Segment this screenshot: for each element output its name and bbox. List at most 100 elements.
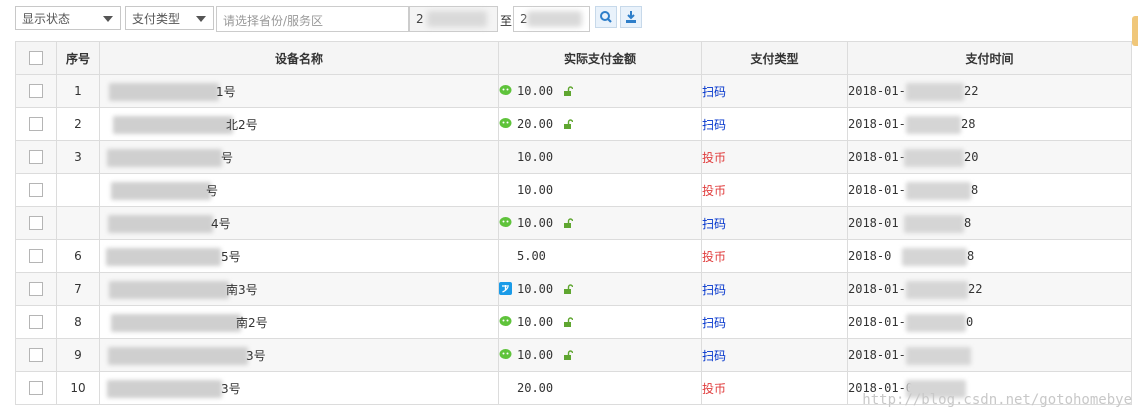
amount-value: 20.00 bbox=[517, 117, 554, 131]
amount-value: 10.00 bbox=[517, 315, 554, 329]
pay-type[interactable]: 扫码 bbox=[703, 118, 727, 132]
status-select[interactable]: 显示状态 bbox=[15, 6, 121, 30]
device-name-cell: 南2号 bbox=[99, 305, 499, 339]
row-checkbox-cell bbox=[15, 206, 57, 240]
header-device-name[interactable]: 设备名称 bbox=[99, 41, 499, 75]
paytype-select-value: 支付类型 bbox=[132, 12, 181, 26]
amount-cell: 10.00 bbox=[498, 305, 702, 339]
redaction-blur bbox=[108, 215, 213, 233]
amount-cell: 20.00 bbox=[498, 371, 702, 405]
pay-time-end: 8 bbox=[971, 183, 979, 197]
table-row[interactable]: 8 南2号 10.00 扫码 2018-01- 0 bbox=[15, 305, 1132, 339]
table-row[interactable]: 2 北2号 20.00 扫码 2018-01- 28 bbox=[15, 107, 1132, 141]
pay-type[interactable]: 投币 bbox=[703, 250, 727, 264]
redaction-blur bbox=[906, 83, 964, 101]
amount-cell: 20.00 bbox=[498, 107, 702, 141]
row-checkbox[interactable] bbox=[29, 150, 43, 165]
amount-value: 20.00 bbox=[517, 381, 554, 395]
pay-type-cell: 投币 bbox=[701, 173, 848, 207]
row-checkbox[interactable] bbox=[29, 381, 43, 396]
header-pay-type[interactable]: 支付类型 bbox=[701, 41, 848, 75]
download-icon bbox=[626, 11, 636, 23]
pay-time-start: 2018-01 bbox=[848, 216, 899, 230]
row-index: 3 bbox=[56, 140, 100, 174]
unlock-icon bbox=[564, 86, 574, 96]
redaction-blur bbox=[111, 314, 241, 332]
redaction-blur bbox=[107, 380, 222, 398]
pay-type[interactable]: 扫码 bbox=[703, 217, 727, 231]
pay-time-cell: 2018-01- bbox=[847, 338, 1132, 372]
export-button[interactable] bbox=[620, 6, 642, 28]
side-handle[interactable] bbox=[1132, 16, 1138, 46]
row-checkbox[interactable] bbox=[29, 117, 43, 132]
search-button[interactable] bbox=[595, 6, 617, 28]
device-name: 南2号 bbox=[236, 315, 268, 330]
row-index: 6 bbox=[56, 239, 100, 273]
row-checkbox[interactable] bbox=[29, 315, 43, 330]
watermark: http://blog.csdn.net/gotohomebye bbox=[862, 392, 1132, 408]
wechat-icon bbox=[499, 349, 512, 359]
row-checkbox[interactable] bbox=[29, 84, 43, 99]
pay-type[interactable]: 扫码 bbox=[703, 85, 727, 99]
table-body: 1 1号 10.00 扫码 2018-01- 22 2 北2号 20.00 扫码 2018-01- 2… bbox=[15, 74, 1132, 405]
redaction-blur bbox=[906, 116, 961, 134]
amount-value: 10.00 bbox=[517, 150, 554, 164]
amount-value: 10.00 bbox=[517, 282, 554, 296]
redaction-blur bbox=[113, 116, 233, 134]
device-name-cell: 3号 bbox=[99, 371, 499, 405]
table-row[interactable]: 6 5号 5.00 投币 2018-0 8 bbox=[15, 239, 1132, 273]
amount-value: 10.00 bbox=[517, 216, 554, 230]
row-checkbox-cell bbox=[15, 239, 57, 273]
wechat-icon bbox=[499, 316, 512, 326]
amount-cell: 10.00 bbox=[498, 338, 702, 372]
device-name: 4号 bbox=[211, 216, 231, 231]
pay-time-start: 2018-01- bbox=[848, 183, 906, 197]
pay-type[interactable]: 扫码 bbox=[703, 349, 727, 363]
pay-type[interactable]: 投币 bbox=[703, 382, 727, 396]
amount-value: 5.00 bbox=[517, 249, 546, 263]
pay-type[interactable]: 扫码 bbox=[703, 316, 727, 330]
pay-time-cell: 2018-01 8 bbox=[847, 206, 1132, 240]
row-checkbox-cell bbox=[15, 305, 57, 339]
pay-time-start: 2018-01- bbox=[848, 150, 906, 164]
table-row[interactable]: 3 号 10.00 投币 2018-01- 20 bbox=[15, 140, 1132, 174]
redaction-blur bbox=[904, 215, 964, 233]
row-checkbox[interactable] bbox=[29, 348, 43, 363]
row-index: 9 bbox=[56, 338, 100, 372]
table-row[interactable]: 4号 10.00 扫码 2018-01 8 bbox=[15, 206, 1132, 240]
search-icon bbox=[600, 11, 612, 23]
redaction-blur bbox=[906, 182, 971, 200]
select-all-checkbox[interactable] bbox=[29, 51, 43, 66]
row-checkbox[interactable] bbox=[29, 282, 43, 297]
amount-value: 10.00 bbox=[517, 348, 554, 362]
header-pay-time[interactable]: 支付时间 bbox=[847, 41, 1132, 75]
row-checkbox[interactable] bbox=[29, 249, 43, 264]
row-index: 1 bbox=[56, 74, 100, 108]
pay-time-end: 8 bbox=[964, 216, 972, 230]
device-name: 北2号 bbox=[226, 117, 258, 132]
redaction-blur bbox=[902, 248, 967, 266]
pay-type[interactable]: 扫码 bbox=[703, 283, 727, 297]
device-name-cell: 南3号 bbox=[99, 272, 499, 306]
pay-time-start: 2018-0 bbox=[848, 249, 892, 263]
header-index[interactable]: 序号 bbox=[56, 41, 100, 75]
paytype-select[interactable]: 支付类型 bbox=[125, 6, 214, 30]
table-row[interactable]: 1 1号 10.00 扫码 2018-01- 22 bbox=[15, 74, 1132, 108]
redaction-blur bbox=[906, 314, 966, 332]
wechat-icon bbox=[499, 85, 512, 95]
row-checkbox[interactable] bbox=[29, 216, 43, 231]
amount-cell: 10.00 bbox=[498, 272, 702, 306]
pay-type[interactable]: 投币 bbox=[703, 151, 727, 165]
pay-type[interactable]: 投币 bbox=[703, 184, 727, 198]
row-checkbox-cell bbox=[15, 173, 57, 207]
table-row[interactable]: 号 10.00 投币 2018-01- 8 bbox=[15, 173, 1132, 207]
unlock-icon bbox=[564, 284, 574, 294]
table-row[interactable]: 7 南3号 10.00 扫码 2018-01- 22 bbox=[15, 272, 1132, 306]
redaction-blur bbox=[904, 149, 964, 167]
region-input[interactable]: 请选择省份/服务区 bbox=[216, 6, 409, 32]
table-row[interactable]: 9 3号 10.00 扫码 2018-01- bbox=[15, 338, 1132, 372]
header-amount[interactable]: 实际支付金额 bbox=[498, 41, 702, 75]
row-checkbox[interactable] bbox=[29, 183, 43, 198]
date-from-value: 2 bbox=[416, 12, 424, 26]
unlock-icon bbox=[564, 218, 574, 228]
